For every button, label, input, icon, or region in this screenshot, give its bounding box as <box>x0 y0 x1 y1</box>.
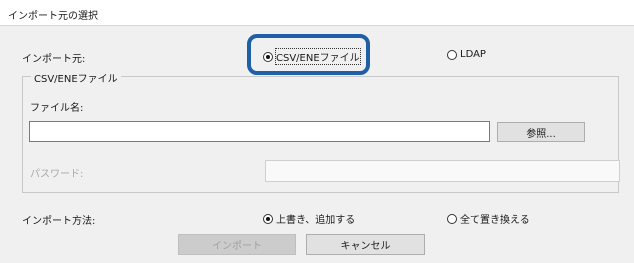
radio-overwrite-append[interactable]: 上書き、追加する <box>263 211 355 226</box>
password-label: パスワード: <box>30 169 84 180</box>
browse-button[interactable]: 参照... <box>497 122 585 142</box>
cancel-button[interactable]: キャンセル <box>306 234 425 255</box>
filename-input[interactable] <box>29 121 490 142</box>
radio-ldap-label: LDAP <box>460 49 486 60</box>
radio-replace-all[interactable]: 全て置き換える <box>447 211 530 226</box>
title-bar: インポート元の選択 <box>0 0 634 26</box>
callout-highlight <box>247 34 370 75</box>
filename-label: ファイル名: <box>30 103 84 114</box>
password-input[interactable] <box>265 160 620 182</box>
radio-replace-all-label: 全て置き換える <box>460 215 530 226</box>
radio-indicator <box>447 213 457 224</box>
radio-indicator <box>447 49 457 60</box>
groupbox-legend: CSV/ENEファイル <box>31 70 121 85</box>
import-source-dialog: インポート元の選択 インポート元: CSV/ENEファイル LDAP CSV/E… <box>0 0 634 263</box>
radio-overwrite-append-label: 上書き、追加する <box>276 215 356 226</box>
radio-ldap[interactable]: LDAP <box>447 49 486 60</box>
import-button[interactable]: インポート <box>178 234 296 255</box>
window-title: インポート元の選択 <box>8 11 98 22</box>
source-label: インポート元: <box>22 54 86 65</box>
import-method-label: インポート方法: <box>22 216 96 227</box>
radio-indicator <box>263 213 273 224</box>
